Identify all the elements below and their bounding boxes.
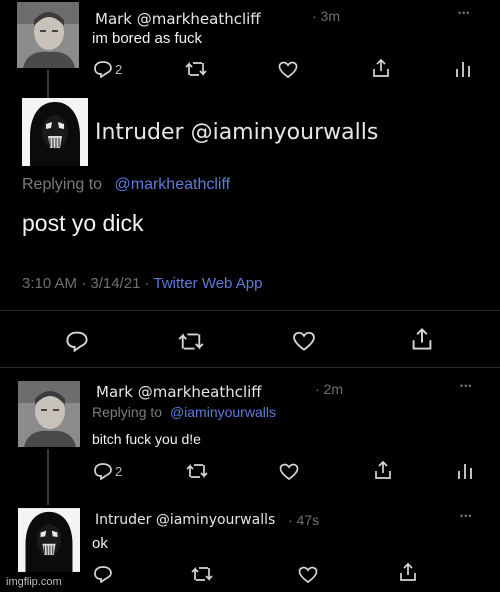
heart-icon bbox=[298, 566, 318, 584]
tweet3-text: bitch fuck you d!e bbox=[92, 431, 201, 447]
avatar-mark[interactable] bbox=[17, 2, 79, 68]
analytics-icon bbox=[457, 462, 473, 480]
tweet2-client-link[interactable]: Twitter Web App bbox=[153, 275, 262, 292]
tweet2-share-button[interactable] bbox=[410, 327, 434, 351]
share-icon bbox=[371, 58, 391, 78]
tweet1-share-button[interactable] bbox=[371, 58, 391, 78]
retweet-icon bbox=[186, 463, 208, 479]
tweet1-reply-count: 2 bbox=[115, 61, 123, 77]
thread-line bbox=[47, 449, 49, 505]
heart-icon bbox=[279, 463, 299, 481]
tweet2-mention-link[interactable]: @markheathcliff bbox=[115, 176, 231, 193]
tweet2-timestamp[interactable]: 3:10 AM · 3/14/21 · bbox=[22, 275, 153, 292]
reply-icon bbox=[65, 330, 89, 352]
tweet3-mention-link[interactable]: @iaminyourwalls bbox=[170, 404, 276, 420]
tweet3-time[interactable]: · 2m bbox=[315, 381, 343, 397]
tweet4-like-button[interactable] bbox=[298, 566, 318, 584]
avatar-mark[interactable] bbox=[17, 381, 81, 447]
retweet-icon bbox=[178, 332, 204, 351]
tweet3-reply-button[interactable]: 2 bbox=[93, 462, 122, 480]
share-icon bbox=[410, 327, 434, 351]
tweet2-replying-to: Replying to bbox=[22, 176, 103, 193]
avatar-intruder[interactable] bbox=[22, 98, 88, 166]
share-icon bbox=[398, 562, 418, 582]
tweet1-analytics-button[interactable] bbox=[455, 60, 471, 78]
tweet3-more-button[interactable]: ••• bbox=[460, 381, 472, 391]
tweet3-replying-line: Replying to @iaminyourwalls bbox=[92, 404, 276, 420]
tweet3-replying-to: Replying to bbox=[92, 404, 163, 420]
divider bbox=[0, 367, 500, 368]
retweet-icon bbox=[191, 566, 213, 582]
share-icon bbox=[373, 460, 393, 480]
reply-icon bbox=[93, 60, 113, 78]
heart-icon bbox=[278, 61, 298, 79]
tweet2-timestamp-line: 3:10 AM · 3/14/21 · Twitter Web App bbox=[22, 275, 262, 292]
tweet3-reply-count: 2 bbox=[115, 463, 123, 479]
tweet1-time[interactable]: · 3m bbox=[312, 8, 340, 24]
reply-icon bbox=[93, 565, 113, 583]
tweet3-retweet-button[interactable] bbox=[186, 463, 208, 479]
reply-icon bbox=[93, 462, 113, 480]
tweet1-like-button[interactable] bbox=[278, 61, 298, 79]
tweet4-more-button[interactable]: ••• bbox=[460, 511, 472, 521]
tweet2-retweet-button[interactable] bbox=[178, 332, 204, 351]
tweet1-more-button[interactable]: ••• bbox=[458, 8, 470, 18]
tweet2-text: post yo dick bbox=[22, 210, 144, 236]
avatar-intruder[interactable] bbox=[18, 505, 80, 575]
tweet1-reply-button[interactable]: 2 bbox=[93, 60, 122, 78]
tweet2-author[interactable]: Intruder @iaminyourwalls bbox=[95, 120, 378, 145]
tweet3-analytics-button[interactable] bbox=[457, 462, 473, 480]
tweet4-time[interactable]: · 47s bbox=[288, 512, 319, 528]
tweet3-share-button[interactable] bbox=[373, 460, 393, 480]
tweet2-reply-button[interactable] bbox=[65, 330, 89, 352]
tweet3-author[interactable]: Mark @markheathcliff bbox=[96, 383, 262, 401]
tweet1-text: im bored as fuck bbox=[92, 30, 203, 47]
divider bbox=[0, 310, 500, 311]
heart-icon bbox=[292, 331, 316, 352]
imgflip-watermark: imgflip.com bbox=[6, 576, 62, 588]
tweet1-retweet-button[interactable] bbox=[185, 61, 207, 77]
tweet4-reply-button[interactable] bbox=[93, 565, 113, 583]
tweet2-replying-line: Replying to @markheathcliff bbox=[22, 176, 230, 194]
tweet2-like-button[interactable] bbox=[292, 331, 316, 352]
analytics-icon bbox=[455, 60, 471, 78]
tweet4-share-button[interactable] bbox=[398, 562, 418, 582]
tweet3-like-button[interactable] bbox=[279, 463, 299, 481]
tweet4-text: ok bbox=[92, 535, 108, 552]
tweet1-author[interactable]: Mark @markheathcliff bbox=[95, 10, 261, 28]
tweet4-author[interactable]: Intruder @iaminyourwalls bbox=[95, 512, 275, 528]
tweet4-retweet-button[interactable] bbox=[191, 566, 213, 582]
retweet-icon bbox=[185, 61, 207, 77]
